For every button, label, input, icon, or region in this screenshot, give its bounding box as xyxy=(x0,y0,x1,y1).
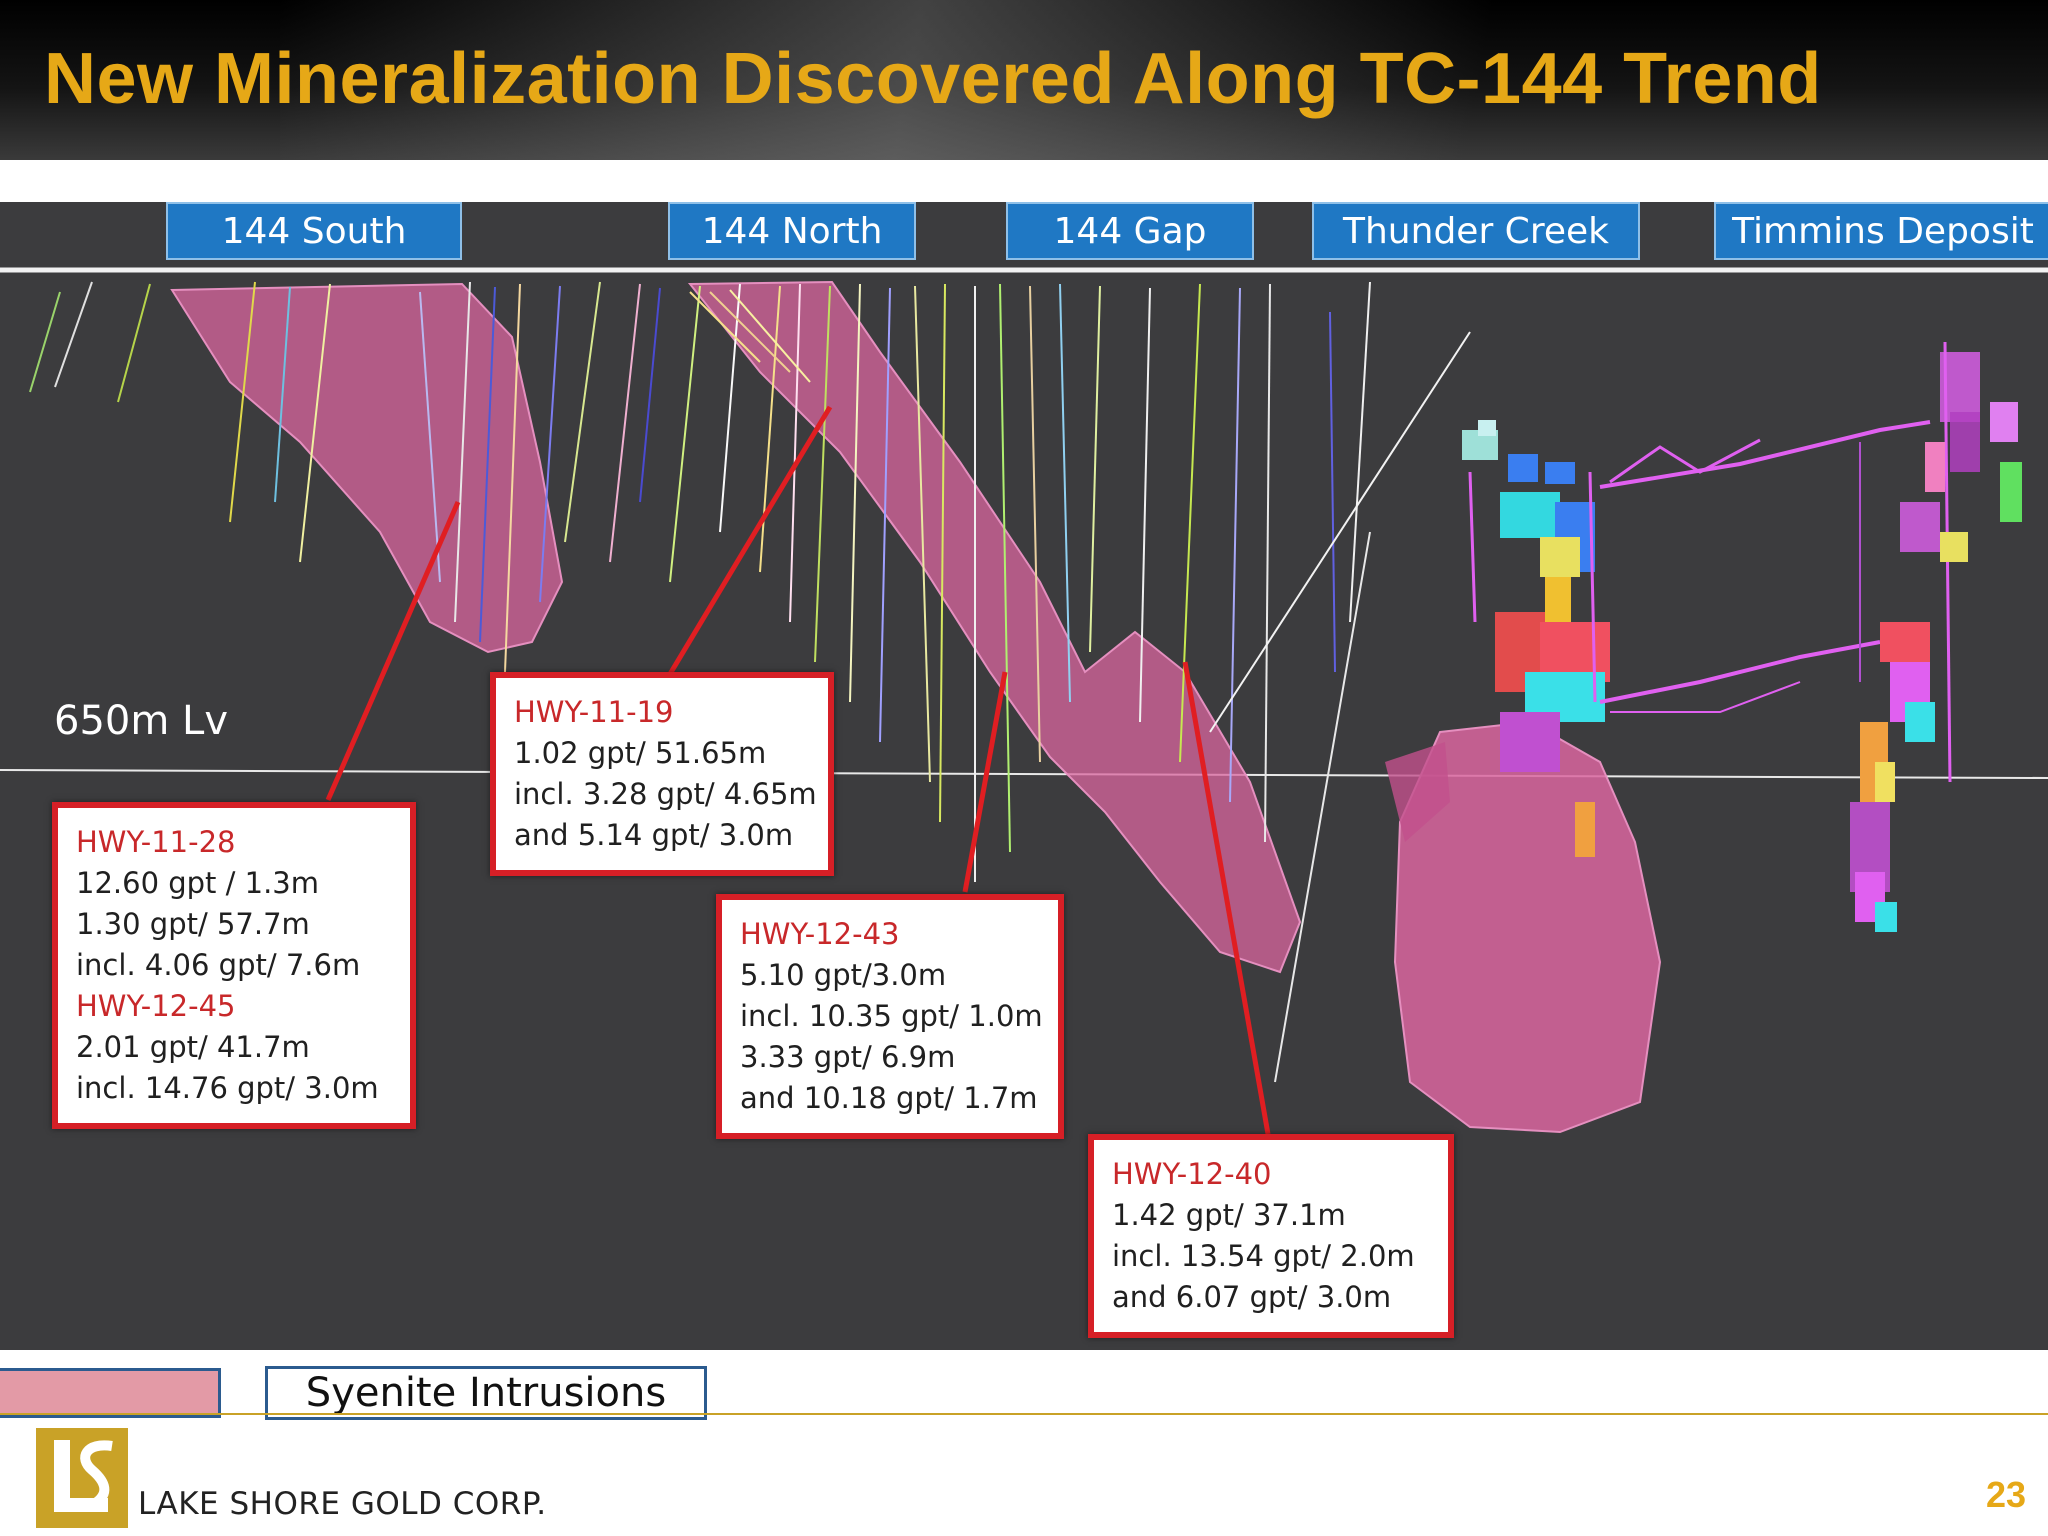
callout-hwy-12-43: HWY-12-43 5.10 gpt/3.0m incl. 10.35 gpt/… xyxy=(716,894,1064,1139)
intercept-text: 1.30 gpt/ 57.7m xyxy=(76,907,310,941)
page-number: 23 xyxy=(1985,1474,2026,1515)
intercept-text: and 10.18 gpt/ 1.7m xyxy=(740,1081,1038,1115)
intercept-text: 3.33 gpt/ 6.9m xyxy=(740,1040,956,1074)
hole-id: HWY-12-45 xyxy=(76,989,236,1023)
hole-id: HWY-11-19 xyxy=(514,695,674,729)
intercept-text: incl. 13.54 gpt/ 2.0m xyxy=(1112,1239,1415,1273)
intercept-text: incl. 10.35 gpt/ 1.0m xyxy=(740,999,1043,1033)
slide-title: New Mineralization Discovered Along TC-1… xyxy=(44,39,1822,119)
callout-hwy-11-19: HWY-11-19 1.02 gpt/ 51.65m incl. 3.28 gp… xyxy=(490,672,834,876)
leader-hwy-11-19 xyxy=(667,405,833,676)
intercept-text: incl. 4.06 gpt/ 7.6m xyxy=(76,948,361,982)
intercept-text: 1.42 gpt/ 37.1m xyxy=(1112,1198,1346,1232)
company-name: LAKE SHORE GOLD CORP. xyxy=(138,1486,547,1522)
footer-rule xyxy=(0,1413,2048,1415)
slide-header: New Mineralization Discovered Along TC-1… xyxy=(0,0,2048,160)
hole-id: HWY-12-40 xyxy=(1112,1157,1272,1191)
intercept-text: incl. 14.76 gpt/ 3.0m xyxy=(76,1071,379,1105)
zone-tab-144-north: 144 North xyxy=(668,202,916,260)
zone-tab-thunder-creek: Thunder Creek xyxy=(1312,202,1640,260)
intercept-text: 5.10 gpt/3.0m xyxy=(740,958,947,992)
intercept-text: and 5.14 gpt/ 3.0m xyxy=(514,818,794,852)
level-line-650m xyxy=(0,769,2048,779)
intercept-text: 1.02 gpt/ 51.65m xyxy=(514,736,767,770)
callout-hwy-12-40: HWY-12-40 1.42 gpt/ 37.1m incl. 13.54 gp… xyxy=(1088,1134,1454,1338)
zone-tab-144-gap: 144 Gap xyxy=(1006,202,1254,260)
hole-id: HWY-11-28 xyxy=(76,825,236,859)
legend-label-syenite: Syenite Intrusions xyxy=(265,1366,707,1420)
zone-tab-timmins-deposit: Timmins Deposit xyxy=(1714,202,2048,260)
intercept-text: 12.60 gpt / 1.3m xyxy=(76,866,320,900)
intercept-text: and 6.07 gpt/ 3.0m xyxy=(1112,1280,1392,1314)
cross-section-diagram: 144 South 144 North 144 Gap Thunder Cree… xyxy=(0,202,2048,1350)
leader-hwy-12-43 xyxy=(962,671,1008,893)
intercept-text: incl. 3.28 gpt/ 4.65m xyxy=(514,777,817,811)
intercept-text: 2.01 gpt/ 41.7m xyxy=(76,1030,310,1064)
syenite-body-144-south xyxy=(170,282,564,654)
company-logo-icon xyxy=(36,1428,128,1528)
hole-id: HWY-12-43 xyxy=(740,917,900,951)
level-label-650m: 650m Lv xyxy=(54,698,228,744)
legend-swatch-syenite xyxy=(0,1368,221,1418)
diagram-graphics xyxy=(0,267,2048,1135)
zone-tab-144-south: 144 South xyxy=(166,202,462,260)
callout-hwy-11-28: HWY-11-28 12.60 gpt / 1.3m 1.30 gpt/ 57.… xyxy=(52,802,416,1129)
